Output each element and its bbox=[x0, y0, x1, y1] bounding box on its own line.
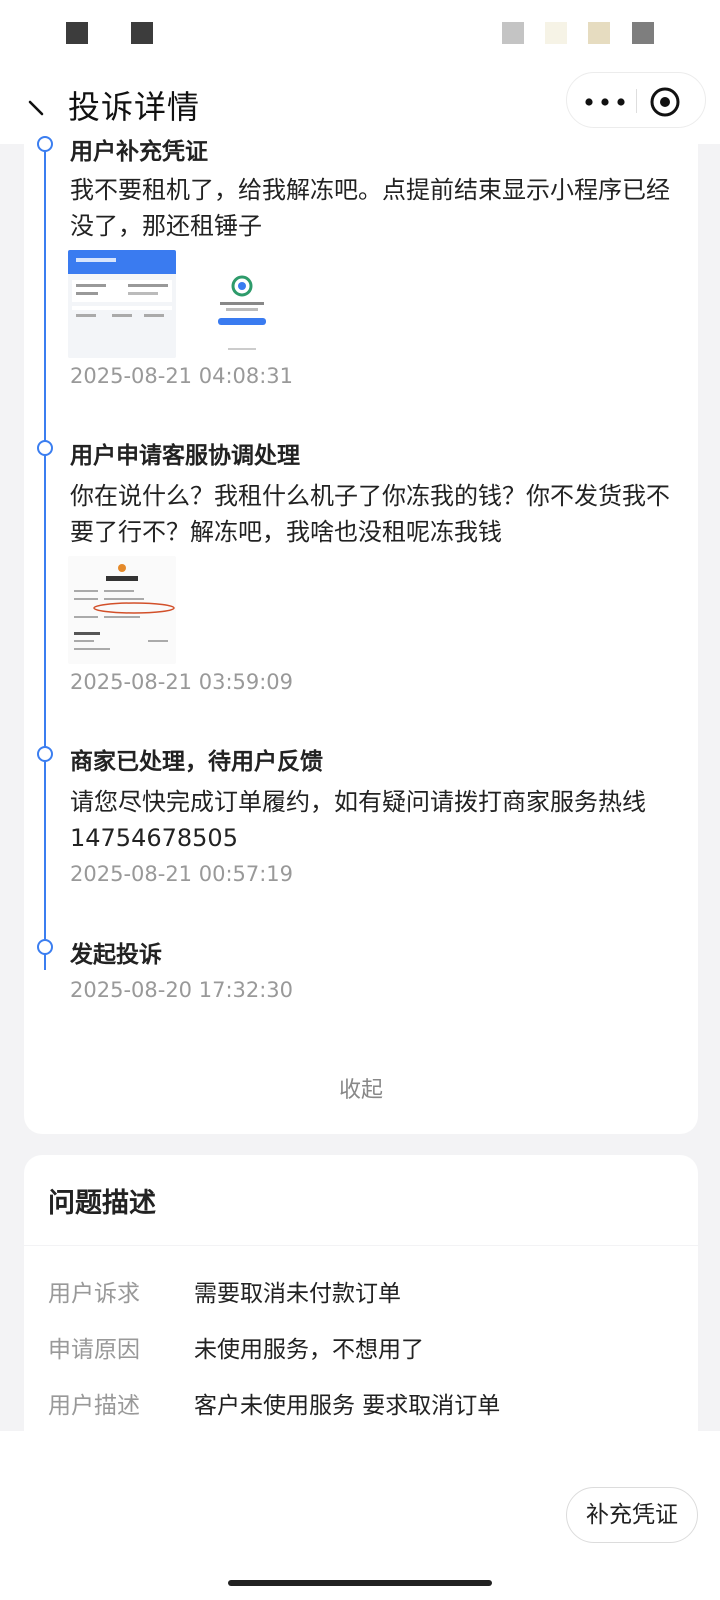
problem-details-card: 用户诉求 需要取消未付款订单 申请原因 未使用服务，不想用了 用户描述 客户未使… bbox=[24, 1246, 698, 1431]
event-title: 商家已处理，待用户反馈 bbox=[70, 749, 323, 775]
problem-header-card: 问题描述 bbox=[24, 1155, 698, 1245]
battery-icon bbox=[632, 22, 654, 44]
supplement-evidence-button[interactable]: 补充凭证 bbox=[566, 1487, 698, 1543]
home-indicator bbox=[228, 1580, 492, 1586]
evidence-image[interactable] bbox=[68, 250, 176, 358]
status-icon bbox=[588, 22, 610, 44]
back-arrow-icon[interactable] bbox=[26, 92, 50, 120]
evidence-image[interactable] bbox=[68, 556, 176, 664]
timeline-card: 用户补充凭证 我不要租机了，给我解冻吧。点提前结束显示小程序已经没了，那还租锤子 bbox=[24, 136, 698, 1134]
bottom-bar: 补充凭证 bbox=[0, 1431, 720, 1600]
detail-label: 用户诉求 bbox=[48, 1281, 140, 1307]
page-title: 投诉详情 bbox=[68, 88, 201, 126]
collapse-button[interactable]: 收起 bbox=[24, 1072, 698, 1104]
detail-value: 需要取消未付款订单 bbox=[194, 1281, 401, 1307]
event-text: 你在说什么？我租什么机子了你冻我的钱？你不发货我不要了行不？解冻吧，我啥也没租呢… bbox=[70, 482, 670, 546]
capsule-divider bbox=[636, 89, 637, 113]
detail-label: 用户描述 bbox=[48, 1393, 140, 1419]
event-time: 2025-08-21 04:08:31 bbox=[70, 364, 294, 388]
status-bar bbox=[0, 0, 720, 64]
status-icon bbox=[66, 22, 88, 44]
event-title: 用户申请客服协调处理 bbox=[70, 443, 300, 469]
evidence-image[interactable] bbox=[188, 250, 296, 358]
event-time: 2025-08-21 03:59:09 bbox=[70, 670, 294, 694]
close-mini-program-icon[interactable] bbox=[649, 86, 681, 118]
detail-value: 未使用服务，不想用了 bbox=[194, 1337, 424, 1363]
more-icon[interactable] bbox=[585, 98, 625, 106]
event-text: 请您尽快完成订单履约，如有疑问请拨打商家服务热线14754678505 bbox=[70, 788, 646, 852]
section-title: 问题描述 bbox=[48, 1188, 156, 1219]
timeline-dot bbox=[37, 440, 53, 456]
event-title: 发起投诉 bbox=[70, 942, 162, 968]
timeline-line bbox=[44, 144, 46, 970]
timeline-dot bbox=[37, 746, 53, 762]
event-time: 2025-08-21 00:57:19 bbox=[70, 862, 294, 886]
status-icon bbox=[502, 22, 524, 44]
status-icon bbox=[131, 22, 153, 44]
detail-value: 客户未使用服务 要求取消订单 bbox=[194, 1393, 501, 1419]
timeline-dot bbox=[37, 136, 53, 152]
detail-label: 申请原因 bbox=[48, 1337, 140, 1363]
timeline-dot bbox=[37, 939, 53, 955]
status-icon bbox=[545, 22, 567, 44]
event-title: 用户补充凭证 bbox=[70, 139, 208, 165]
mini-program-capsule bbox=[566, 72, 706, 128]
event-text: 我不要租机了，给我解冻吧。点提前结束显示小程序已经没了，那还租锤子 bbox=[70, 176, 670, 240]
event-time: 2025-08-20 17:32:30 bbox=[70, 978, 294, 1002]
